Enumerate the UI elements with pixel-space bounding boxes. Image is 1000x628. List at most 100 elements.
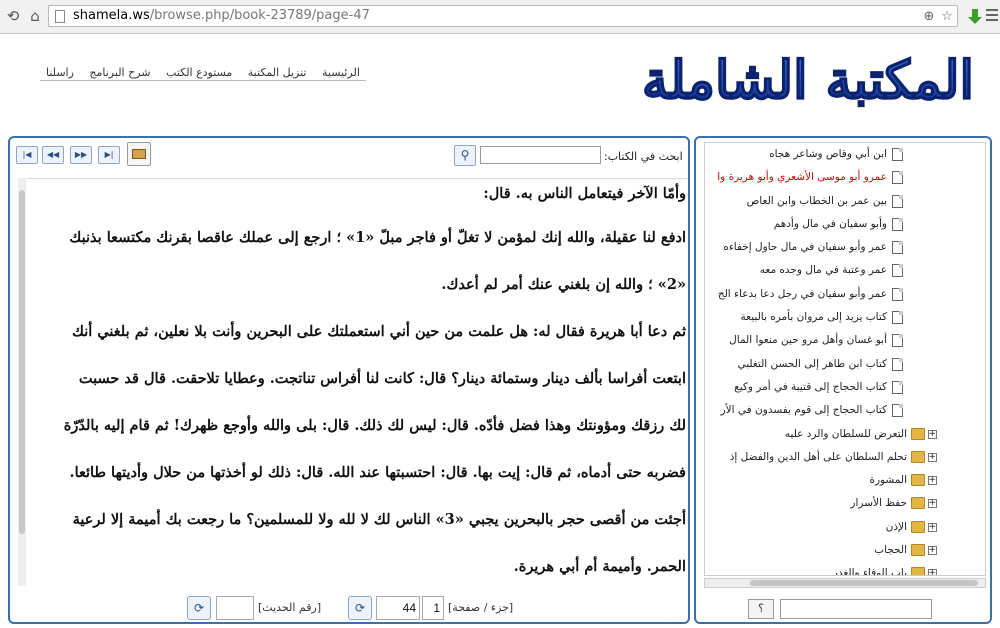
zoom-icon[interactable]: ⊕ [921, 9, 937, 25]
document-icon [892, 311, 903, 325]
toc-item[interactable]: عمر وأبو سفيان في رجل دعا بدعاء الج [705, 283, 985, 306]
part-page-label: [جزء / صفحة] [448, 601, 514, 614]
document-icon [892, 217, 903, 231]
document-icon [892, 194, 903, 208]
top-nav: الرئيسية تنزيل المكتبة مستودع الكتب شرح … [40, 66, 366, 81]
toc-item-label: بين عمر بن الخطاب وابن العاص [746, 194, 887, 207]
toc-folder-item[interactable]: + تحلم السلطان على أهل الدين والفضل إذ [705, 446, 985, 469]
toc-item[interactable]: كتاب الحجاج إلى قوم يفسدون في الأر [705, 399, 985, 422]
toc-item[interactable]: عمر وعتبة في مال وجده معه [705, 259, 985, 282]
toc-folder-item[interactable]: + المشورة [705, 469, 985, 492]
nav-home[interactable]: الرئيسية [322, 66, 360, 79]
page-icon [55, 10, 65, 23]
expand-icon[interactable]: + [928, 452, 937, 462]
toc-folder-item[interactable]: + الحجاب [705, 539, 985, 562]
toc-item[interactable]: وأبو سفيان في مال وأدهم [705, 213, 985, 236]
reader-footer: ⟳ [رقم الحديث] ⟳ [جزء / صفحة] [10, 588, 688, 622]
site-header: الرئيسية تنزيل المكتبة مستودع الكتب شرح … [0, 34, 1000, 132]
toc-panel: ابن أبي وقاص وشاعر هجاه عمرو أبو موسى الأ… [694, 136, 992, 624]
expand-icon[interactable]: + [928, 546, 937, 556]
toc-item-label: كتاب ابن طاهر إلى الحسن التغلبي [737, 357, 887, 370]
toc-item-label: عمر وعتبة في مال وجده معه [759, 264, 887, 277]
toc-item-label: حفظ الأسرار [850, 497, 907, 510]
back-icon[interactable]: ⟲ [4, 7, 22, 25]
star-icon[interactable]: ☆ [939, 9, 955, 25]
toc-search-input[interactable] [780, 599, 932, 619]
document-icon [892, 171, 903, 185]
toc-item-label: المشورة [869, 474, 907, 487]
toc-item[interactable]: عمر وأبو سفيان في مال حاول إخفاءه [705, 236, 985, 259]
book-text-area: وأمّا الآخر فيتعامل الناس به. قال: ادفع … [26, 178, 688, 586]
toc-item-label: كتاب الحجاج إلى قوم يفسدون في الأر [720, 404, 887, 417]
document-icon [892, 404, 903, 418]
toc-item[interactable]: كتاب ابن طاهر إلى الحسن التغلبي [705, 353, 985, 376]
document-icon [892, 287, 903, 301]
toc-folder-item[interactable]: + باب الوفاء والغدر [705, 562, 985, 576]
text-scrollbar[interactable] [18, 178, 26, 586]
document-icon [892, 334, 903, 348]
site-logo[interactable]: المكتبة الشاملة [640, 34, 975, 129]
reader-toolbar: |◀ ◀◀ ▶▶ ▶| ⚲ ابحث في الكتاب: [10, 138, 688, 176]
menu-icon[interactable] [986, 9, 998, 23]
toc-item[interactable]: ابن أبي وقاص وشاعر هجاه [705, 143, 985, 166]
expand-icon[interactable]: + [928, 569, 937, 575]
nav-download[interactable]: تنزيل المكتبة [248, 66, 307, 79]
toc-item-label: كتاب يزيد إلى مروان بأمره بالبيعة [740, 311, 887, 324]
toc-item-label: عمرو أبو موسى الأشعري وأبو هريرة وا [717, 171, 887, 184]
folder-icon [911, 497, 925, 510]
toc-item[interactable]: أبو غسان وأهل مرو حين منعوا المال [705, 329, 985, 352]
text-line: ابتعت أفراسا بألف دينار وستمائة دينار؟ ق… [78, 370, 686, 387]
go-hadith-icon[interactable]: ⟳ [187, 596, 211, 620]
text-line: لك رزقك ومؤونتك وهذا فضل فأدّه. قال: ليس… [63, 417, 686, 434]
toc-item-label: عمر وأبو سفيان في رجل دعا بدعاء الج [717, 287, 887, 300]
magnifier-icon[interactable]: ⚲ [454, 145, 476, 166]
text-line: فضربه حتى أدماه، ثم قال: إيت بها. قال: ا… [69, 464, 686, 481]
last-page-icon[interactable]: ▶| [98, 146, 120, 164]
toc-item[interactable]: عمرو أبو موسى الأشعري وأبو هريرة وا [705, 166, 985, 189]
toc-tree: ابن أبي وقاص وشاعر هجاه عمرو أبو موسى الأ… [704, 142, 986, 576]
toc-item-label: كتاب الحجاج إلى قتيبة في أمر وكيع [734, 380, 887, 393]
text-line: «2» ؛ والله إن بلغني عنك أمر لم أعدك. [441, 276, 686, 293]
part-input[interactable] [422, 596, 444, 620]
nav-help[interactable]: شرح البرنامج [89, 66, 150, 79]
toc-item-label: عمر وأبو سفيان في مال حاول إخفاءه [723, 241, 887, 254]
toc-item[interactable]: كتاب يزيد إلى مروان بأمره بالبيعة [705, 306, 985, 329]
book-search-input[interactable] [480, 146, 601, 164]
address-bar[interactable]: shamela.ws/browse.php/book-23789/page-47… [48, 5, 958, 27]
toc-item-label: الحجاب [874, 544, 907, 557]
toc-item-label: الإذن [885, 520, 907, 533]
print-icon[interactable] [127, 142, 151, 166]
folder-icon [911, 427, 925, 440]
prev-page-icon[interactable]: ◀◀ [42, 146, 64, 164]
toc-folder-item[interactable]: + التعرض للسلطان والرد عليه [705, 423, 985, 446]
download-icon[interactable] [966, 8, 984, 26]
toc-horizontal-scrollbar[interactable] [704, 578, 986, 588]
home-icon[interactable]: ⌂ [26, 7, 44, 25]
toc-item[interactable]: كتاب الحجاج إلى قتيبة في أمر وكيع [705, 376, 985, 399]
text-line: ادفع لنا عقيلة، والله إنك لمؤمن لا تغلّ … [69, 229, 686, 246]
folder-icon [911, 450, 925, 463]
toc-item-label: باب الوفاء والغدر [832, 567, 907, 576]
expand-icon[interactable]: + [928, 499, 937, 509]
first-page-icon[interactable]: |◀ [16, 146, 38, 164]
hadith-number-input[interactable] [216, 596, 254, 620]
toc-item-label: تحلم السلطان على أهل الدين والفضل إذ [729, 450, 907, 463]
document-icon [892, 241, 903, 255]
toc-item[interactable]: بين عمر بن الخطاب وابن العاص [705, 190, 985, 213]
next-page-icon[interactable]: ▶▶ [70, 146, 92, 164]
toc-folder-item[interactable]: + الإذن [705, 516, 985, 539]
expand-icon[interactable]: + [928, 522, 937, 532]
folder-icon [911, 544, 925, 557]
expand-icon[interactable]: + [928, 476, 937, 486]
page-input[interactable] [376, 596, 420, 620]
nav-books[interactable]: مستودع الكتب [166, 66, 232, 79]
go-page-icon[interactable]: ⟳ [348, 596, 372, 620]
toc-folder-item[interactable]: + حفظ الأسرار [705, 492, 985, 515]
toc-search-button[interactable]: ؟ [748, 599, 774, 619]
expand-icon[interactable]: + [928, 429, 937, 439]
document-icon [892, 380, 903, 394]
text-line: ثم دعا أبا هريرة فقال له: هل علمت من حين… [72, 323, 686, 340]
url-text: shamela.ws/browse.php/book-23789/page-47 [73, 8, 370, 23]
nav-contact[interactable]: راسلنا [46, 66, 74, 79]
text-line: أجئت من أقصى حجر بالبحرين يجبي «3» الناس… [72, 511, 686, 528]
